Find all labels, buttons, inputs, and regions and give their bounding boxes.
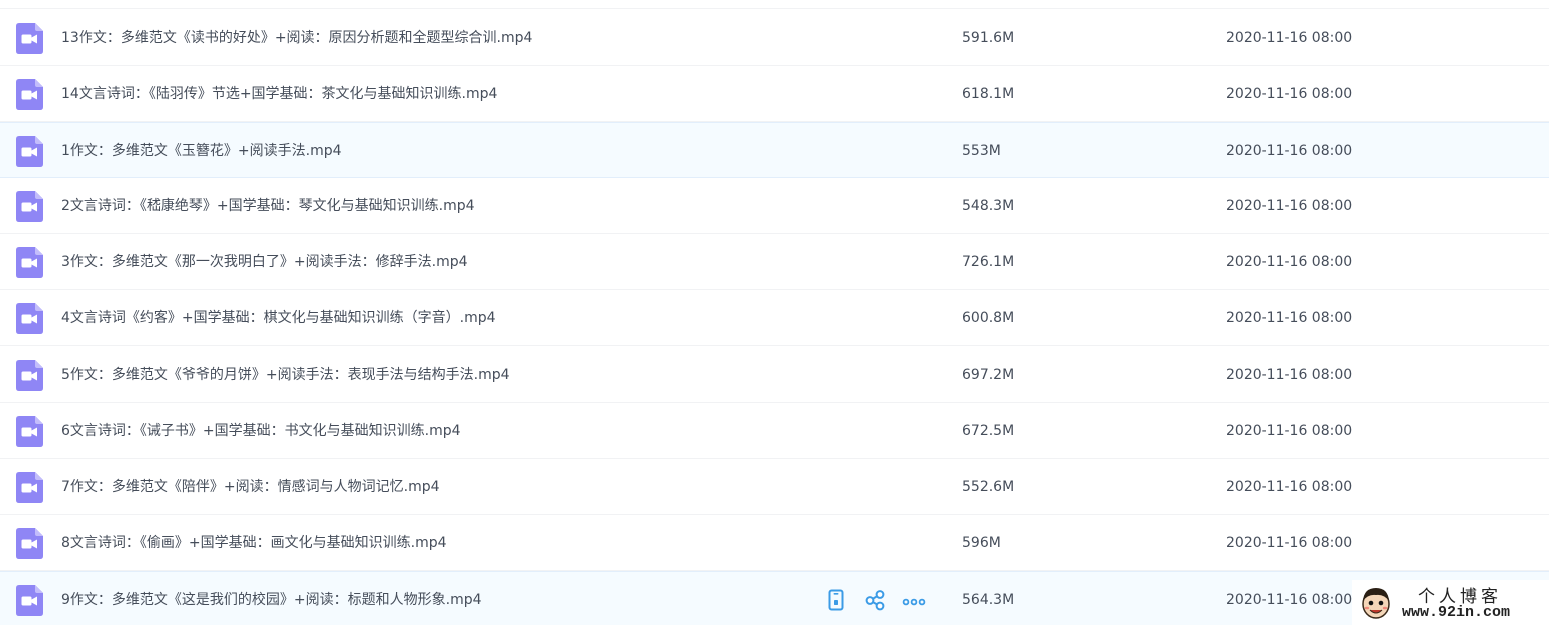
file-name[interactable]: 7作文：多维范文《陪伴》+阅读：情感词与人物词记忆.mp4 bbox=[61, 459, 440, 515]
video-file-icon bbox=[16, 79, 43, 110]
video-file-icon bbox=[16, 136, 43, 167]
file-size: 591.6M bbox=[962, 30, 1015, 46]
file-name[interactable]: 5作文：多维范文《爷爷的月饼》+阅读手法：表现手法与结构手法.mp4 bbox=[61, 347, 510, 403]
file-row-hovered[interactable]: 9作文：多维范文《这是我们的校园》+阅读：标题和人物形象.mp4 564.3M … bbox=[0, 571, 1549, 625]
video-file-icon bbox=[16, 303, 43, 334]
video-file-icon bbox=[16, 247, 43, 278]
file-name[interactable]: 8文言诗词：《偷画》+国学基础：画文化与基础知识训练.mp4 bbox=[61, 515, 447, 571]
file-name[interactable]: 1作文：多维范文《玉簪花》+阅读手法.mp4 bbox=[61, 123, 342, 179]
file-name[interactable]: 3作文：多维范文《那一次我明白了》+阅读手法：修辞手法.mp4 bbox=[61, 234, 468, 290]
watermark: 个人博客 www.92in.com bbox=[1352, 580, 1549, 625]
file-row[interactable]: 3作文：多维范文《那一次我明白了》+阅读手法：修辞手法.mp4 726.1M 2… bbox=[0, 234, 1549, 290]
file-row[interactable]: 8文言诗词：《偷画》+国学基础：画文化与基础知识训练.mp4 596M 2020… bbox=[0, 515, 1549, 571]
file-date: 2020-11-16 08:00 bbox=[1226, 143, 1353, 159]
file-row[interactable]: 13作文：多维范文《读书的好处》+阅读：原因分析题和全题型综合训.mp4 591… bbox=[0, 10, 1549, 66]
file-date: 2020-11-16 08:00 bbox=[1226, 30, 1353, 46]
cartoon-face-icon bbox=[1358, 585, 1394, 625]
file-date: 2020-11-16 08:00 bbox=[1226, 367, 1353, 383]
file-date: 2020-11-16 08:00 bbox=[1226, 592, 1353, 608]
file-size: 552.6M bbox=[962, 479, 1015, 495]
file-date: 2020-11-16 08:00 bbox=[1226, 423, 1353, 439]
file-row[interactable]: 5作文：多维范文《爷爷的月饼》+阅读手法：表现手法与结构手法.mp4 697.2… bbox=[0, 347, 1549, 403]
file-size: 564.3M bbox=[962, 592, 1015, 608]
file-date: 2020-11-16 08:00 bbox=[1226, 198, 1353, 214]
file-size: 548.3M bbox=[962, 198, 1015, 214]
file-name[interactable]: 4文言诗词《约客》+国学基础：棋文化与基础知识训练（字音）.mp4 bbox=[61, 290, 496, 346]
video-file-icon bbox=[16, 528, 43, 559]
video-file-icon bbox=[16, 23, 43, 54]
list-top-edge bbox=[0, 0, 1549, 9]
file-size: 672.5M bbox=[962, 423, 1015, 439]
file-row[interactable]: 2文言诗词：《嵇康绝琴》+国学基础：琴文化与基础知识训练.mp4 548.3M … bbox=[0, 178, 1549, 234]
file-date: 2020-11-16 08:00 bbox=[1226, 86, 1353, 102]
file-list: 13作文：多维范文《读书的好处》+阅读：原因分析题和全题型综合训.mp4 591… bbox=[0, 0, 1549, 625]
file-size: 726.1M bbox=[962, 254, 1015, 270]
file-size: 596M bbox=[962, 535, 1001, 551]
file-date: 2020-11-16 08:00 bbox=[1226, 479, 1353, 495]
file-date: 2020-11-16 08:00 bbox=[1226, 535, 1353, 551]
file-row[interactable]: 4文言诗词《约客》+国学基础：棋文化与基础知识训练（字音）.mp4 600.8M… bbox=[0, 290, 1549, 346]
file-name[interactable]: 6文言诗词：《诫子书》+国学基础：书文化与基础知识训练.mp4 bbox=[61, 403, 461, 459]
file-date: 2020-11-16 08:00 bbox=[1226, 310, 1353, 326]
file-size: 600.8M bbox=[962, 310, 1015, 326]
file-name[interactable]: 13作文：多维范文《读书的好处》+阅读：原因分析题和全题型综合训.mp4 bbox=[61, 10, 532, 66]
watermark-url: www.92in.com bbox=[1402, 604, 1511, 621]
video-file-icon bbox=[16, 416, 43, 447]
file-name[interactable]: 9作文：多维范文《这是我们的校园》+阅读：标题和人物形象.mp4 bbox=[61, 572, 482, 625]
more-icon[interactable] bbox=[902, 588, 926, 612]
video-file-icon bbox=[16, 191, 43, 222]
file-row[interactable]: 14文言诗词：《陆羽传》节选+国学基础：茶文化与基础知识训练.mp4 618.1… bbox=[0, 66, 1549, 122]
phone-icon[interactable] bbox=[824, 588, 848, 612]
file-row[interactable]: 7作文：多维范文《陪伴》+阅读：情感词与人物词记忆.mp4 552.6M 202… bbox=[0, 459, 1549, 515]
file-size: 618.1M bbox=[962, 86, 1015, 102]
file-row[interactable]: 6文言诗词：《诫子书》+国学基础：书文化与基础知识训练.mp4 672.5M 2… bbox=[0, 403, 1549, 459]
file-name[interactable]: 2文言诗词：《嵇康绝琴》+国学基础：琴文化与基础知识训练.mp4 bbox=[61, 178, 475, 234]
share-icon[interactable] bbox=[863, 588, 887, 612]
file-date: 2020-11-16 08:00 bbox=[1226, 254, 1353, 270]
file-row-selected[interactable]: 1作文：多维范文《玉簪花》+阅读手法.mp4 553M 2020-11-16 0… bbox=[0, 122, 1549, 178]
file-name[interactable]: 14文言诗词：《陆羽传》节选+国学基础：茶文化与基础知识训练.mp4 bbox=[61, 66, 497, 122]
video-file-icon bbox=[16, 585, 43, 616]
file-size: 697.2M bbox=[962, 367, 1015, 383]
video-file-icon bbox=[16, 360, 43, 391]
video-file-icon bbox=[16, 472, 43, 503]
file-size: 553M bbox=[962, 143, 1001, 159]
